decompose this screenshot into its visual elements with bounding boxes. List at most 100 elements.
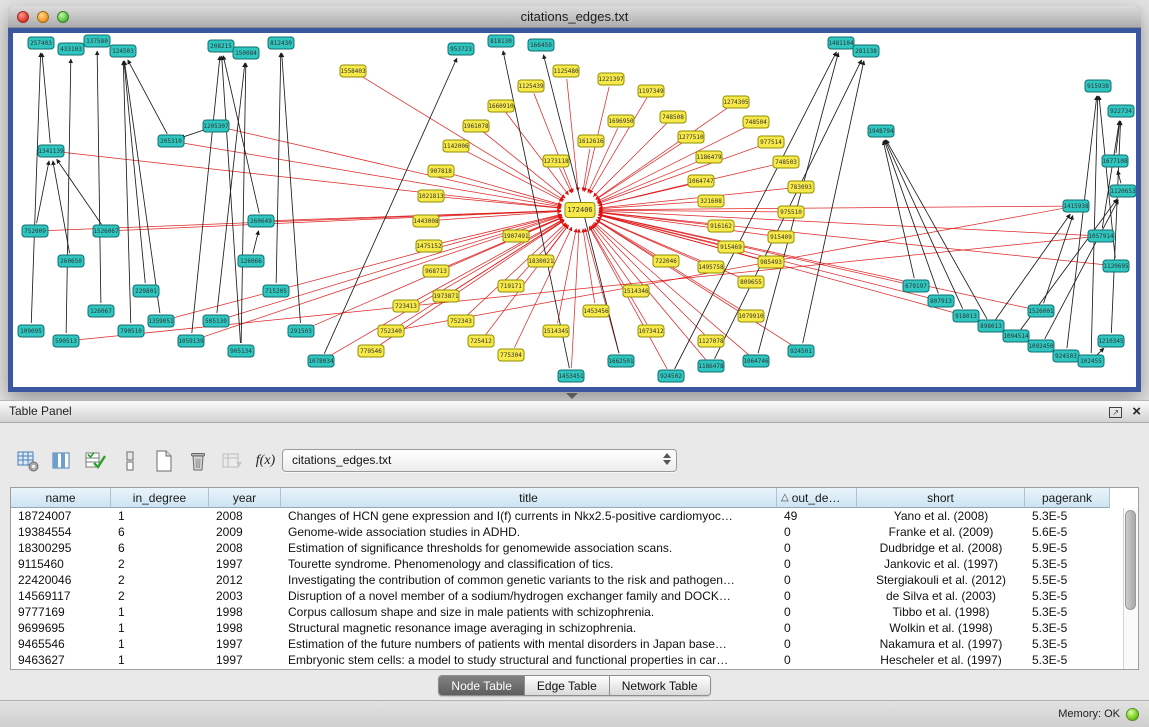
graph-edge[interactable]: [37, 161, 49, 223]
scrollbar-thumb[interactable]: [1125, 510, 1136, 610]
table-row[interactable]: 946554611997Estimation of the future num…: [11, 636, 1138, 652]
graph-node[interactable]: 790510: [118, 325, 144, 337]
graph-edge[interactable]: [253, 231, 259, 254]
graph-node[interactable]: 172406: [565, 203, 595, 218]
tab-network-table[interactable]: Network Table: [610, 676, 710, 695]
graph-node[interactable]: 1830021: [528, 255, 554, 267]
graph-node[interactable]: 590513: [53, 335, 79, 347]
graph-node[interactable]: 807913: [928, 295, 954, 307]
graph-node[interactable]: 1526067: [93, 225, 119, 237]
graph-edge[interactable]: [224, 128, 562, 206]
graph-node[interactable]: 1064746: [743, 355, 769, 367]
graph-edge[interactable]: [449, 173, 562, 205]
graph-node[interactable]: 1558403: [340, 65, 366, 77]
graph-node[interactable]: 1120653: [1110, 185, 1136, 197]
table-row[interactable]: 1872400712008Changes of HCN gene express…: [11, 508, 1138, 524]
table-row[interactable]: 1830029562008Estimation of significance …: [11, 540, 1138, 556]
graph-edge[interactable]: [59, 152, 561, 208]
graph-node[interactable]: 812430: [268, 37, 294, 49]
graph-node[interactable]: 679197: [903, 280, 929, 292]
graph-edge[interactable]: [598, 160, 702, 203]
graph-edge[interactable]: [124, 61, 145, 283]
graph-node[interactable]: 1961078: [463, 120, 489, 132]
graph-node[interactable]: 719171: [498, 280, 524, 292]
graph-node[interactable]: 1274305: [723, 96, 749, 108]
graph-node[interactable]: 126066: [238, 255, 264, 267]
graph-node[interactable]: 1057914: [1088, 230, 1114, 242]
graph-node[interactable]: 775304: [498, 349, 524, 361]
graph-node[interactable]: 748503: [773, 156, 799, 168]
graph-node[interactable]: 818130: [488, 35, 514, 47]
graph-node[interactable]: 1341139: [38, 145, 64, 157]
graph-node[interactable]: 124503: [110, 45, 136, 57]
graph-edge[interactable]: [884, 140, 938, 293]
graph-node[interactable]: 1662501: [608, 355, 634, 367]
graph-edge[interactable]: [803, 61, 864, 343]
column-header-short[interactable]: short: [857, 488, 1025, 508]
graph-node[interactable]: 1186478: [698, 360, 724, 372]
graph-node[interactable]: 1526001: [1028, 305, 1054, 317]
graph-node[interactable]: 1359051: [148, 315, 174, 327]
graph-node[interactable]: 1142006: [443, 140, 469, 152]
graph-node[interactable]: 1079910: [738, 310, 764, 322]
minimize-window-button[interactable]: [37, 11, 49, 23]
graph-node[interactable]: 1696950: [608, 115, 634, 127]
graph-edge[interactable]: [583, 149, 590, 191]
graph-node[interactable]: 1125480: [553, 65, 579, 77]
graph-node[interactable]: 229801: [133, 285, 159, 297]
column-header-title[interactable]: title: [281, 488, 777, 508]
rename-column-button[interactable]: [116, 447, 143, 474]
graph-edge[interactable]: [597, 126, 749, 202]
graph-node[interactable]: 915409: [768, 231, 794, 243]
graph-edge[interactable]: [583, 229, 595, 303]
graph-node[interactable]: 916162: [708, 220, 734, 232]
graph-node[interactable]: 1073412: [638, 325, 664, 337]
graph-node[interactable]: 1205307: [203, 120, 229, 132]
graph-node[interactable]: 715205: [263, 285, 289, 297]
graph-node[interactable]: 975510: [778, 206, 804, 218]
graph-node[interactable]: 126067: [88, 305, 114, 317]
graph-node[interactable]: 1127078: [698, 335, 724, 347]
graph-node[interactable]: 1481104: [828, 37, 854, 49]
graph-node[interactable]: 898013: [978, 320, 1004, 332]
graph-node[interactable]: 1186479: [696, 151, 722, 163]
graph-node[interactable]: 150084: [233, 47, 259, 59]
graph-node[interactable]: 1059139: [178, 335, 204, 347]
graph-node[interactable]: 905134: [228, 345, 254, 357]
graph-node[interactable]: 1021813: [418, 190, 444, 202]
graph-node[interactable]: 922734: [1108, 105, 1134, 117]
graph-edge[interactable]: [599, 211, 1093, 236]
graph-node[interactable]: 1094514: [1003, 330, 1029, 342]
graph-edge[interactable]: [439, 197, 561, 208]
graph-node[interactable]: 752340: [378, 325, 404, 337]
graph-node[interactable]: 1064747: [688, 175, 714, 187]
new-table-button[interactable]: [150, 447, 177, 474]
function-builder-button[interactable]: f(x): [252, 447, 279, 474]
graph-edge[interactable]: [599, 206, 1068, 210]
graph-node[interactable]: 953723: [448, 43, 474, 55]
graph-edge[interactable]: [324, 58, 457, 354]
graph-node[interactable]: 907818: [428, 165, 454, 177]
graph-edge[interactable]: [378, 221, 565, 347]
graph-node[interactable]: 260650: [58, 255, 84, 267]
graph-node[interactable]: 1907491: [503, 230, 529, 242]
graph-node[interactable]: 1973871: [433, 290, 459, 302]
column-header-name[interactable]: name: [11, 488, 111, 508]
graph-node[interactable]: 783093: [788, 181, 814, 193]
graph-node[interactable]: 1514346: [623, 285, 649, 297]
graph-edge[interactable]: [599, 214, 909, 284]
graph-node[interactable]: 1120695: [1103, 260, 1129, 272]
graph-edge[interactable]: [758, 53, 838, 354]
graph-edge[interactable]: [31, 53, 40, 323]
graph-node[interactable]: 1221397: [598, 73, 624, 85]
graph-node[interactable]: 977514: [758, 136, 784, 148]
splitter-handle[interactable]: [566, 393, 578, 399]
show-columns-button[interactable]: [48, 447, 75, 474]
graph-edge[interactable]: [128, 60, 168, 134]
graph-node[interactable]: 102455: [1078, 355, 1104, 367]
graph-node[interactable]: 752009: [22, 225, 48, 237]
graph-edge[interactable]: [282, 53, 301, 323]
graph-edge[interactable]: [589, 227, 667, 369]
graph-edge[interactable]: [276, 53, 281, 283]
graph-node[interactable]: 748508: [660, 111, 686, 123]
